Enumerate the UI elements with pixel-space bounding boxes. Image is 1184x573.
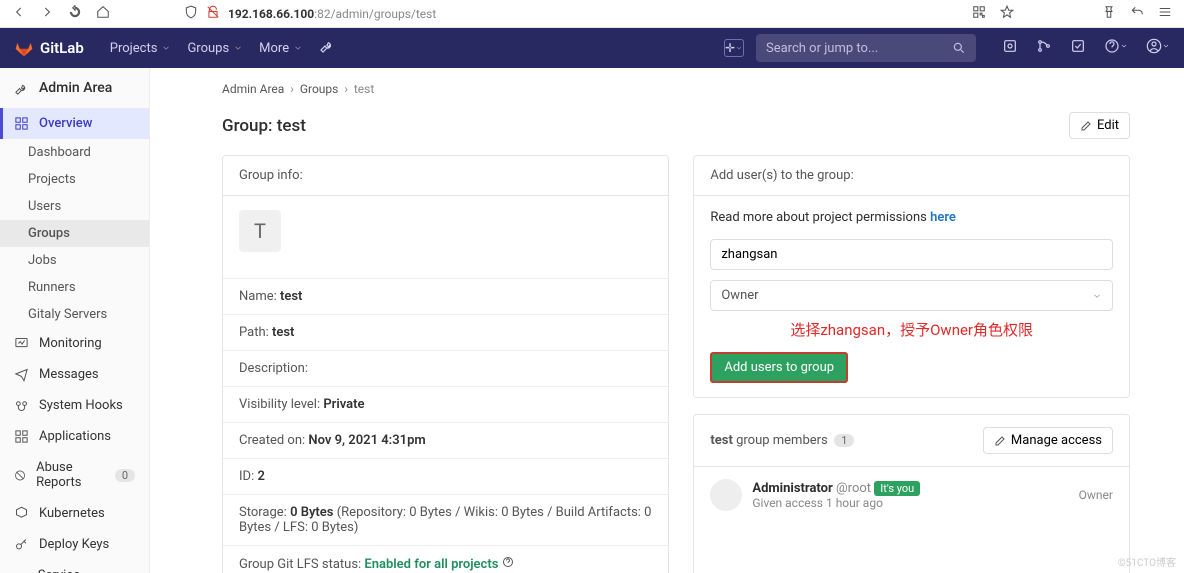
add-user-panel: Add user(s) to the group: Read more abou…	[693, 155, 1130, 398]
abuse-count-badge: 0	[115, 469, 135, 482]
sidebar-header: Admin Area	[0, 68, 149, 108]
issues-icon[interactable]	[1002, 38, 1018, 58]
crumb-groups[interactable]: Groups	[300, 82, 339, 96]
crumb-admin[interactable]: Admin Area	[222, 82, 284, 96]
star-icon[interactable]	[1000, 5, 1014, 23]
user-input[interactable]	[710, 239, 1113, 270]
sidebar-runners[interactable]: Runners	[0, 274, 149, 301]
sidebar-hooks[interactable]: System Hooks	[0, 390, 149, 421]
role-select[interactable]: Owner	[710, 280, 1113, 311]
gitlab-logo[interactable]: GitLab	[14, 38, 84, 58]
sidebar-overview[interactable]: Overview	[0, 108, 149, 139]
sidebar-abuse[interactable]: Abuse Reports0	[0, 452, 149, 498]
watermark: ©51CTO博客	[1118, 554, 1176, 569]
sidebar-jobs[interactable]: Jobs	[0, 247, 149, 274]
add-user-header: Add user(s) to the group:	[694, 156, 1129, 196]
add-users-button[interactable]: Add users to group	[710, 352, 848, 383]
members-count: 1	[834, 434, 854, 447]
info-visibility: Visibility level: Private	[223, 386, 668, 422]
info-description: Description:	[223, 350, 668, 386]
manage-access-button[interactable]: Manage access	[983, 427, 1113, 454]
url-host: 192.168.66.100	[228, 7, 314, 21]
sidebar-kubernetes[interactable]: Kubernetes	[0, 498, 149, 529]
sidebar-deploy-keys[interactable]: Deploy Keys	[0, 529, 149, 560]
merge-icon[interactable]	[1036, 38, 1052, 58]
qr-icon[interactable]	[972, 5, 986, 23]
sidebar-groups[interactable]: Groups	[0, 220, 149, 247]
global-search[interactable]: Search or jump to...	[756, 34, 976, 62]
info-created: Created on: Nov 9, 2021 4:31pm	[223, 422, 668, 458]
members-header: test group members 1	[710, 433, 854, 448]
sidebar-gitaly[interactable]: Gitaly Servers	[0, 301, 149, 328]
group-info-header: Group info:	[223, 156, 668, 196]
annotation-note: 选择zhangsan，授予Owner角色权限	[710, 319, 1113, 340]
permissions-text: Read more about project permissions here	[710, 210, 1113, 225]
sidebar-messages[interactable]: Messages	[0, 359, 149, 390]
info-path: Path: test	[223, 314, 668, 350]
member-avatar	[710, 479, 742, 511]
undo-icon[interactable]	[1130, 5, 1144, 23]
crumb-current: test	[354, 82, 374, 96]
permissions-link[interactable]: here	[930, 210, 956, 225]
wrench-icon[interactable]	[319, 38, 335, 58]
sidebar-projects[interactable]: Projects	[0, 166, 149, 193]
main-content: Admin Area › Groups › test Group: test E…	[150, 68, 1184, 573]
member-handle: @root	[836, 481, 871, 496]
edit-button[interactable]: Edit	[1069, 112, 1130, 139]
breadcrumb: Admin Area › Groups › test	[222, 82, 1130, 96]
help-icon[interactable]	[1104, 38, 1128, 58]
info-lfs: Group Git LFS status: Enabled for all pr…	[223, 545, 668, 573]
page-title: Group: test	[222, 116, 306, 136]
sidebar-service-templates[interactable]: Service Templates	[0, 560, 149, 573]
member-row: Administrator @root It's you Given acces…	[694, 467, 1129, 523]
browser-toolbar: 192.168.66.100:82/admin/groups/test	[0, 0, 1184, 28]
sidebar-applications[interactable]: Applications	[0, 421, 149, 452]
new-dropdown[interactable]: ✛	[724, 39, 744, 57]
nav-projects[interactable]: Projects	[110, 38, 172, 58]
url-path: :82/admin/groups/test	[314, 7, 436, 21]
nav-groups[interactable]: Groups	[187, 38, 243, 58]
sidebar-dashboard[interactable]: Dashboard	[0, 139, 149, 166]
user-avatar[interactable]	[1146, 38, 1170, 58]
member-name[interactable]: Administrator	[752, 481, 832, 496]
back-icon[interactable]	[12, 5, 26, 23]
its-you-badge: It's you	[874, 481, 920, 496]
info-id: ID: 2	[223, 458, 668, 494]
sidebar-monitoring[interactable]: Monitoring	[0, 328, 149, 359]
nav-more[interactable]: More	[259, 38, 303, 58]
shield-icon	[184, 5, 198, 22]
lock-off-icon	[206, 5, 220, 22]
member-role: Owner	[1079, 488, 1113, 502]
home-icon[interactable]	[96, 5, 110, 23]
extension-icon[interactable]	[1102, 5, 1116, 23]
group-info-panel: Group info: T Name: test Path: test Desc…	[222, 155, 669, 573]
top-nav: GitLab Projects Groups More ✛ Search or …	[0, 28, 1184, 68]
forward-icon[interactable]	[40, 5, 54, 23]
url-bar[interactable]: 192.168.66.100:82/admin/groups/test	[124, 5, 958, 22]
info-name: Name: test	[223, 278, 668, 314]
sidebar-users[interactable]: Users	[0, 193, 149, 220]
info-storage: Storage: 0 Bytes (Repository: 0 Bytes / …	[223, 494, 668, 545]
help-icon[interactable]	[502, 556, 514, 568]
admin-sidebar: Admin Area Overview Dashboard Projects U…	[0, 68, 150, 573]
group-avatar: T	[239, 210, 281, 252]
members-panel: test group members 1 Manage access Admin…	[693, 414, 1130, 573]
menu-icon[interactable]	[1158, 5, 1172, 23]
todo-icon[interactable]	[1070, 38, 1086, 58]
reload-icon[interactable]	[68, 5, 82, 23]
member-given: Given access 1 hour ago	[752, 496, 920, 510]
